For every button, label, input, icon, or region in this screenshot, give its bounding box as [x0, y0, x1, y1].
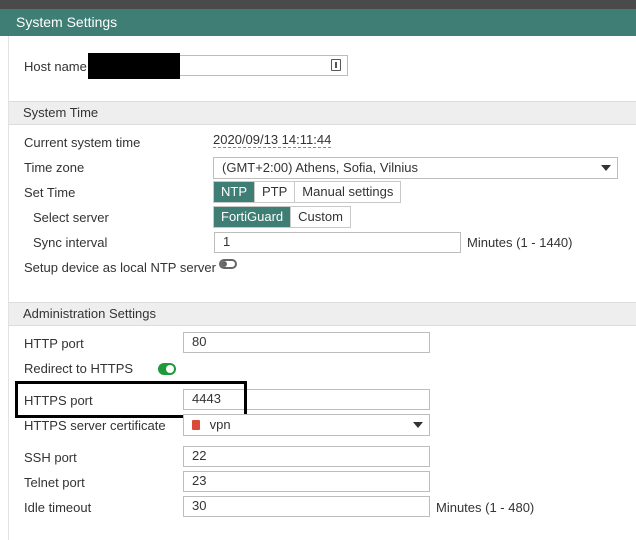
admin-settings-title: Administration Settings — [23, 306, 156, 321]
sync-interval-label: Sync interval — [33, 235, 108, 250]
http-port-input[interactable]: 80 — [183, 332, 430, 353]
chevron-down-icon — [601, 165, 611, 171]
toggle-knob — [166, 365, 174, 373]
http-port-label: HTTP port — [24, 336, 84, 351]
https-cert-label: HTTPS server certificate — [24, 418, 166, 433]
idle-timeout-unit: Minutes (1 - 480) — [436, 500, 535, 515]
set-time-toggle: NTP PTP Manual settings — [213, 181, 402, 203]
sync-interval-unit: Minutes (1 - 1440) — [467, 235, 573, 250]
clipboard-icon[interactable] — [331, 59, 341, 71]
current-time-value[interactable]: 2020/09/13 14:11:44 — [213, 132, 332, 148]
redirect-https-toggle[interactable] — [158, 363, 176, 375]
server-toggle: FortiGuard Custom — [213, 206, 351, 228]
sync-interval-input[interactable]: 1 — [214, 232, 461, 253]
local-ntp-label: Setup device as local NTP server — [24, 260, 216, 275]
certificate-icon — [192, 420, 200, 430]
highlight-box-host — [88, 53, 180, 79]
set-time-manual[interactable]: Manual settings — [294, 182, 401, 202]
set-time-label: Set Time — [24, 185, 76, 200]
chevron-down-icon — [413, 422, 423, 428]
ssh-port-input[interactable]: 22 — [183, 446, 430, 467]
idle-timeout-input[interactable]: 30 — [183, 496, 430, 517]
system-time-title: System Time — [23, 105, 99, 120]
toggle-knob — [221, 261, 227, 267]
system-time-header: System Time — [9, 101, 636, 125]
telnet-port-label: Telnet port — [24, 475, 85, 490]
highlight-box-https — [15, 381, 247, 418]
https-cert-value: vpn — [209, 417, 231, 432]
admin-settings-header: Administration Settings — [9, 302, 636, 326]
timezone-value: (GMT+2:00) Athens, Sofia, Vilnius — [222, 160, 418, 175]
server-fortiguard[interactable]: FortiGuard — [214, 207, 291, 227]
set-time-ntp[interactable]: NTP — [214, 182, 254, 202]
idle-timeout-label: Idle timeout — [24, 500, 92, 515]
top-strip — [0, 0, 636, 9]
redirect-https-label: Redirect to HTTPS — [24, 361, 134, 376]
current-time-label: Current system time — [24, 135, 141, 150]
left-edge — [0, 36, 9, 540]
https-cert-select[interactable]: vpn — [183, 414, 430, 436]
timezone-select[interactable]: (GMT+2:00) Athens, Sofia, Vilnius — [213, 157, 618, 179]
server-custom[interactable]: Custom — [290, 207, 350, 227]
host-name-label: Host name — [24, 59, 87, 74]
window-title: System Settings — [0, 9, 636, 36]
local-ntp-toggle[interactable] — [219, 259, 237, 269]
timezone-label: Time zone — [24, 160, 85, 175]
ssh-port-label: SSH port — [24, 450, 77, 465]
set-time-ptp[interactable]: PTP — [254, 182, 295, 202]
telnet-port-input[interactable]: 23 — [183, 471, 430, 492]
select-server-label: Select server — [33, 210, 109, 225]
